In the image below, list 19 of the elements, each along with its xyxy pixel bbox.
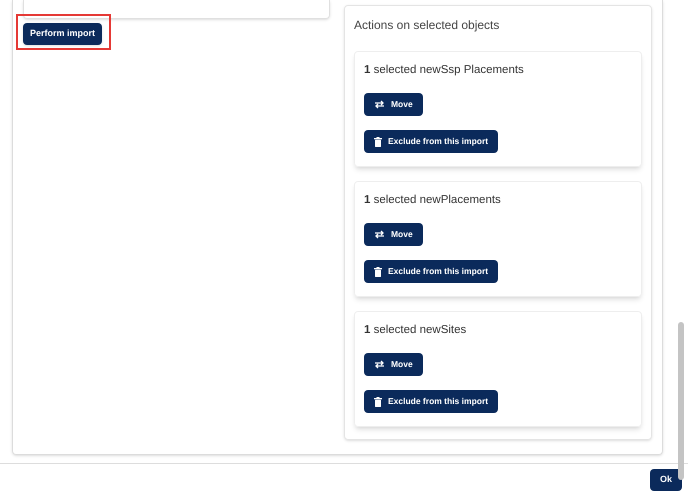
exclude-button[interactable]: Exclude from this import xyxy=(364,130,498,153)
trash-icon xyxy=(374,266,382,276)
move-button[interactable]: Move xyxy=(364,353,423,376)
perform-import-button[interactable]: Perform import xyxy=(23,22,102,45)
section-title: Actions on selected objects xyxy=(354,17,500,34)
selection-summary: 1 selected newSites xyxy=(364,324,466,336)
swap-icon xyxy=(374,230,385,239)
scrollbar[interactable] xyxy=(678,322,684,480)
move-button[interactable]: Move xyxy=(364,93,423,116)
move-button[interactable]: Move xyxy=(364,223,423,246)
trash-icon xyxy=(374,396,382,406)
swap-icon xyxy=(374,360,385,369)
trash-icon xyxy=(374,136,382,146)
selection-summary: 1 selected newSsp Placements xyxy=(364,64,524,76)
selection-summary: 1 selected newPlacements xyxy=(364,194,501,206)
exclude-button[interactable]: Exclude from this import xyxy=(364,390,498,413)
ok-button[interactable]: Ok xyxy=(650,469,682,491)
exclude-button[interactable]: Exclude from this import xyxy=(364,260,498,283)
swap-icon xyxy=(374,100,385,109)
